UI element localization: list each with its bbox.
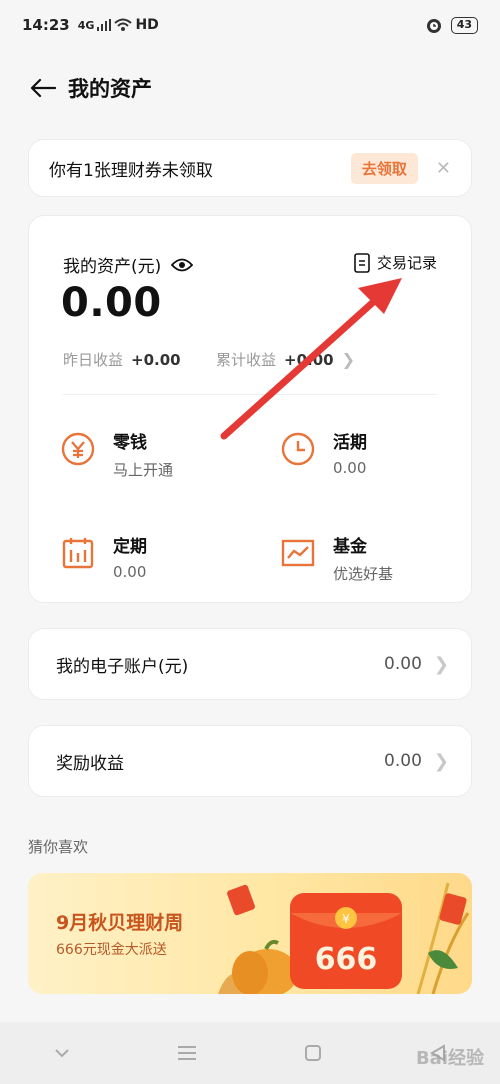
assets-label: 我的资产(元) bbox=[63, 257, 162, 277]
cumulative-value: +0.00 bbox=[284, 350, 334, 369]
divider bbox=[63, 394, 437, 395]
document-icon bbox=[354, 252, 370, 273]
clock-icon bbox=[281, 432, 315, 466]
wifi-icon bbox=[114, 18, 133, 31]
cumulative-label: 累计收益 bbox=[216, 351, 277, 369]
transaction-records-label: 交易记录 bbox=[376, 254, 437, 272]
product-sub: 0.00 bbox=[113, 563, 147, 581]
row-value: 0.00 bbox=[384, 751, 422, 771]
product-name: 活期 bbox=[333, 433, 367, 453]
assets-card: 我的资产(元) 交易记录 0.00 昨日收益 +0.00 累计收益 +0.00 ❯ … bbox=[28, 215, 472, 603]
back-arrow-icon bbox=[30, 78, 56, 98]
claim-button[interactable]: 去领取 bbox=[350, 152, 418, 184]
chart-icon bbox=[281, 539, 315, 567]
coupon-text: 你有1张理财券未领取 bbox=[49, 160, 213, 181]
svg-text:¥: ¥ bbox=[342, 912, 350, 926]
assets-label-group: 我的资产(元) bbox=[63, 252, 194, 277]
calendar-icon bbox=[62, 538, 94, 569]
chevron-right-icon: ❯ bbox=[341, 350, 355, 369]
row-label: 奖励收益 bbox=[56, 753, 124, 774]
status-bar: 14:23 4G HD 43 bbox=[0, 0, 500, 50]
chevron-right-icon: ❯ bbox=[433, 750, 449, 772]
product-name: 零钱 bbox=[113, 433, 147, 453]
cumulative-earnings[interactable]: 累计收益 +0.00 ❯ bbox=[216, 349, 355, 370]
product-sub: 0.00 bbox=[333, 459, 367, 477]
row-label: 我的电子账户(元) bbox=[56, 656, 189, 677]
promo-illustration: ¥ 666 bbox=[218, 882, 470, 994]
close-icon[interactable]: ✕ bbox=[436, 158, 451, 179]
chevron-down-icon[interactable] bbox=[54, 1048, 70, 1058]
network-type: 4G bbox=[77, 18, 95, 32]
transaction-records-link[interactable]: 交易记录 bbox=[354, 252, 437, 273]
e-account-row[interactable]: 我的电子账户(元) 0.00 ❯ bbox=[28, 628, 472, 700]
coupon-banner: 你有1张理财券未领取 去领取 ✕ bbox=[28, 139, 472, 197]
product-sub: 马上开通 bbox=[113, 461, 174, 479]
home-icon[interactable] bbox=[304, 1044, 322, 1062]
top-nav: 我的资产 bbox=[0, 62, 500, 114]
status-time: 14:23 bbox=[22, 16, 70, 34]
eye-icon[interactable] bbox=[171, 257, 194, 273]
envelope-text: 666 bbox=[315, 942, 378, 977]
promo-banner[interactable]: 9月秋贝理财周 666元现金大派送 ¥ 666 bbox=[28, 873, 472, 994]
product-name: 基金 bbox=[333, 537, 367, 557]
menu-icon[interactable] bbox=[177, 1045, 197, 1061]
yesterday-label: 昨日收益 bbox=[63, 351, 124, 369]
page-title: 我的资产 bbox=[68, 77, 152, 101]
watermark: Bai经验 bbox=[415, 1048, 484, 1069]
product-dingqi[interactable]: 定期 0.00 bbox=[61, 532, 147, 581]
reward-earnings-row[interactable]: 奖励收益 0.00 ❯ bbox=[28, 725, 472, 797]
product-name: 定期 bbox=[113, 537, 147, 557]
yesterday-earnings: 昨日收益 +0.00 bbox=[63, 349, 181, 370]
yuan-icon bbox=[61, 432, 95, 466]
product-huoqi[interactable]: 活期 0.00 bbox=[281, 428, 367, 477]
product-lingqian[interactable]: 零钱 马上开通 bbox=[61, 428, 173, 480]
section-title: 猜你喜欢 bbox=[28, 838, 89, 856]
yesterday-value: +0.00 bbox=[131, 351, 181, 369]
hd-indicator: HD bbox=[135, 17, 159, 33]
total-assets-amount: 0.00 bbox=[61, 280, 162, 326]
product-jijin[interactable]: 基金 优选好基 bbox=[281, 532, 393, 584]
row-value: 0.00 bbox=[384, 654, 422, 674]
back-button[interactable] bbox=[30, 74, 58, 102]
battery-level: 43 bbox=[450, 16, 478, 34]
chevron-right-icon: ❯ bbox=[433, 653, 449, 675]
signal-icon bbox=[97, 19, 112, 31]
alarm-icon bbox=[426, 19, 441, 33]
product-sub: 优选好基 bbox=[333, 565, 394, 583]
signal-indicator: 4G HD bbox=[78, 17, 159, 33]
